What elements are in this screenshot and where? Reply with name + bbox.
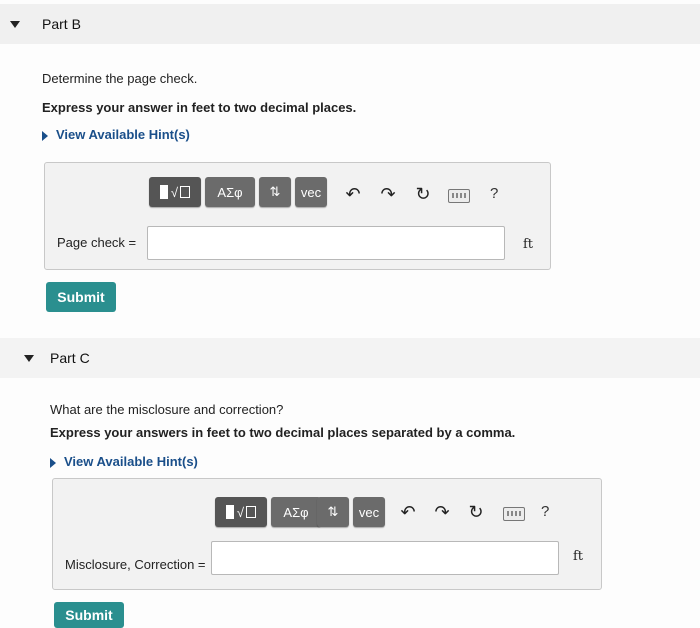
collapse-caret-icon[interactable] xyxy=(10,21,20,28)
template-sqrt-button[interactable]: √ xyxy=(149,177,201,207)
expand-triangle-icon xyxy=(50,457,56,468)
greek-symbols-button[interactable]: ΑΣφ xyxy=(271,497,321,527)
box-icon xyxy=(180,186,191,198)
sqrt-icon: √ xyxy=(170,184,179,200)
part-b-hint-link[interactable]: View Available Hint(s) xyxy=(42,127,190,142)
part-b-question: Determine the page check. xyxy=(42,71,198,86)
square-icon xyxy=(159,185,168,199)
redo-icon[interactable]: ↷ xyxy=(431,501,453,523)
expand-triangle-icon xyxy=(42,130,48,141)
sub-superscript-button[interactable]: ⇅ xyxy=(259,177,291,207)
part-c-title: Part C xyxy=(50,350,90,366)
part-c-answer-box: √ ΑΣφ ⇅ vec ↶ ↷ ↻ ? Misclosure, Correcti… xyxy=(52,478,602,590)
part-b-title: Part B xyxy=(42,16,81,32)
help-icon[interactable]: ? xyxy=(541,503,549,520)
misclosure-correction-label: Misclosure, Correction = xyxy=(65,557,206,572)
part-b-answer-box: √ ΑΣφ ⇅ vec ↶ ↷ ↻ ? Page check = ft xyxy=(44,162,551,270)
undo-icon[interactable]: ↶ xyxy=(342,183,364,205)
collapse-caret-icon[interactable] xyxy=(24,355,34,362)
part-c-hint-link[interactable]: View Available Hint(s) xyxy=(50,454,198,469)
template-sqrt-button[interactable]: √ xyxy=(215,497,267,527)
part-c-instruction: Express your answers in feet to two deci… xyxy=(50,425,516,440)
sqrt-icon: √ xyxy=(236,504,245,520)
misclosure-correction-unit: ft xyxy=(573,549,584,564)
help-icon[interactable]: ? xyxy=(490,185,498,202)
page-check-input[interactable] xyxy=(147,226,505,260)
page-check-label: Page check = xyxy=(57,235,137,250)
part-c-header[interactable]: Part C xyxy=(0,338,700,378)
greek-symbols-button[interactable]: ΑΣφ xyxy=(205,177,255,207)
undo-icon[interactable]: ↶ xyxy=(397,501,419,523)
reset-icon[interactable]: ↻ xyxy=(412,183,434,205)
hint-link-label: View Available Hint(s) xyxy=(56,127,190,142)
part-c-submit-button[interactable]: Submit xyxy=(54,602,124,628)
vector-button[interactable]: vec xyxy=(295,177,327,207)
part-b-submit-button[interactable]: Submit xyxy=(46,282,116,312)
page-check-unit: ft xyxy=(523,237,534,252)
reset-icon[interactable]: ↻ xyxy=(465,501,487,523)
keyboard-icon[interactable] xyxy=(503,507,525,521)
part-c-question: What are the misclosure and correction? xyxy=(50,402,284,417)
part-b-instruction: Express your answer in feet to two decim… xyxy=(42,100,357,115)
keyboard-icon[interactable] xyxy=(448,189,470,203)
box-icon xyxy=(246,506,257,518)
redo-icon[interactable]: ↷ xyxy=(377,183,399,205)
part-b-header[interactable]: Part B xyxy=(0,4,700,44)
misclosure-correction-input[interactable] xyxy=(211,541,559,575)
square-icon xyxy=(225,505,234,519)
vector-button[interactable]: vec xyxy=(353,497,385,527)
hint-link-label: View Available Hint(s) xyxy=(64,454,198,469)
sub-superscript-button[interactable]: ⇅ xyxy=(317,497,349,527)
